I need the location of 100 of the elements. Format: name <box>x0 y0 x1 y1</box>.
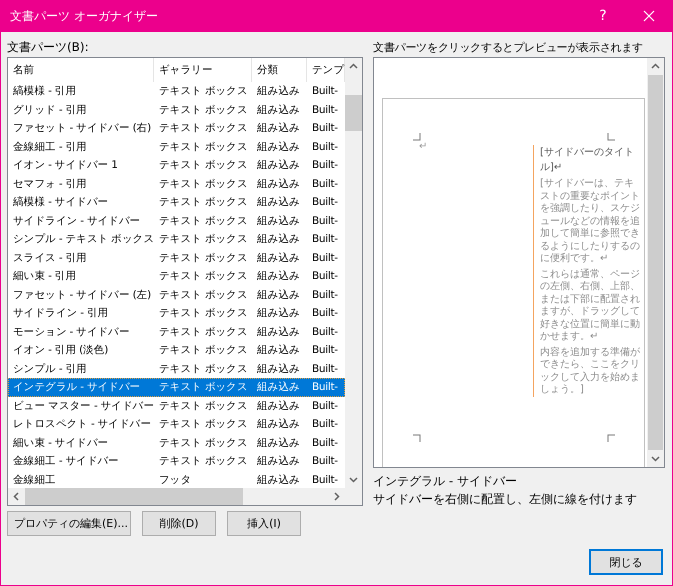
table-cell-text: グリッド - 引用 <box>12 102 88 118</box>
list-row[interactable]: イオン - サイドバー 1 テキスト ボックス 組み込み Built- <box>8 156 345 174</box>
table-cell-text: テキスト ボックス <box>158 324 249 340</box>
column-header[interactable]: 分類 <box>252 58 307 82</box>
table-cell-text: テキスト ボックス <box>158 380 249 395</box>
list-row[interactable]: セマフォ - 引用 テキスト ボックス 組み込み Built- <box>8 174 345 193</box>
table-cell-text: Built- <box>311 472 339 488</box>
table-cell-text: 組み込み <box>256 288 301 302</box>
sidebar-title: [サイドバーのタイトル]↵ <box>540 146 635 175</box>
horizontal-scrollbar[interactable] <box>8 488 345 505</box>
list-row[interactable]: ビュー マスター - サイドバー テキスト ボックス 組み込み Built- <box>8 396 345 415</box>
list-row[interactable]: サイドライン - サイドバー テキスト ボックス 組み込み Built- <box>8 212 345 230</box>
table-cell-text: Built- <box>311 380 339 395</box>
table-cell-text: Built- <box>311 102 339 118</box>
table-cell-text: スライス - 引用 <box>12 250 88 266</box>
table-cell-text: Built- <box>311 343 339 358</box>
scroll-thumb[interactable] <box>25 488 244 505</box>
table-cell-text: Built- <box>311 121 339 136</box>
table-cell-text: Built- <box>311 417 339 432</box>
table-cell-text: 組み込み <box>256 454 301 469</box>
vertical-scrollbar[interactable] <box>345 58 362 488</box>
table-cell-text: テキスト ボックス <box>158 288 249 302</box>
table-cell-text: ファセット - サイドバー (右) <box>12 121 152 136</box>
table-cell-text: Built- <box>311 362 339 376</box>
table-cell-text: Built- <box>311 232 339 247</box>
table-cell-text: テキスト ボックス <box>158 84 249 99</box>
list-row[interactable]: インテグラル - サイドバー テキスト ボックス 組み込み Built- <box>8 378 345 396</box>
list-row[interactable]: イオン - 引用 (淡色) テキスト ボックス 組み込み Built- <box>8 341 345 360</box>
table-cell-text: 組み込み <box>256 121 301 136</box>
list-row[interactable]: シンプル - テキスト ボックス テキスト ボックス 組み込み Built- <box>8 230 345 248</box>
list-row[interactable]: 縞模様 - 引用 テキスト ボックス 組み込み Built- <box>8 82 345 100</box>
table-cell-text: 組み込み <box>256 398 301 414</box>
table-cell-text: 組み込み <box>256 232 301 247</box>
table-cell-text: 組み込み <box>256 269 301 284</box>
table-cell-text: 組み込み <box>256 84 301 99</box>
table-cell-text: モーション - サイドバー <box>12 324 131 340</box>
list-row[interactable]: 縞模様 - サイドバー テキスト ボックス 組み込み Built- <box>8 193 345 212</box>
table-cell-text: テキスト ボックス <box>158 214 249 228</box>
part-name: インテグラル - サイドバー <box>373 473 518 490</box>
list-row[interactable]: ファセット - サイドバー (左) テキスト ボックス 組み込み Built- <box>8 286 345 304</box>
table-cell-text: 組み込み <box>256 214 301 228</box>
table-cell-text: 組み込み <box>256 158 301 173</box>
table-cell-text: レトロスペクト - サイドバー <box>12 417 152 432</box>
parts-label: 文書パーツ(B): <box>7 39 90 56</box>
table-cell-text: ファセット - サイドバー (左) <box>12 288 152 302</box>
table-cell-text: Built- <box>311 195 339 210</box>
window-title: 文書パーツ オーガナイザー <box>10 8 159 24</box>
list-row[interactable]: スライス - 引用 テキスト ボックス 組み込み Built- <box>8 248 345 267</box>
sidebar-paragraph: [サイドバーは、テキストの重要なポイントを強調したり、スケジュールなどの情報を追加して簡単に参照できるようにしたりするのに便利です。↵ <box>540 178 641 266</box>
list-row[interactable]: 金線細工 - サイドバー テキスト ボックス 組み込み Built- <box>8 452 345 470</box>
vertical-scrollbar[interactable] <box>647 58 664 467</box>
table-cell-text: 組み込み <box>256 140 301 154</box>
action-button[interactable]: プロパティの編集(E)... <box>7 511 131 536</box>
scroll-thumb[interactable] <box>345 95 362 131</box>
table-cell-text: テキスト ボックス <box>158 102 249 118</box>
table-cell-text: テキスト ボックス <box>158 121 249 136</box>
table-cell-text: サイドライン - 引用 <box>12 306 110 321</box>
list-row[interactable]: グリッド - 引用 テキスト ボックス 組み込み Built- <box>8 100 345 119</box>
list-row[interactable]: ファセット - サイドバー (右) テキスト ボックス 組み込み Built- <box>8 119 345 138</box>
table-cell-text: Built- <box>311 84 339 99</box>
table-cell-text: Built- <box>311 324 339 340</box>
corner-mark-icon <box>413 434 421 442</box>
table-cell-text: 組み込み <box>256 306 301 321</box>
table-cell-text: Built- <box>311 436 339 450</box>
table-cell-text: テキスト ボックス <box>158 398 249 414</box>
scroll-thumb[interactable] <box>648 75 663 450</box>
corner-mark-icon <box>607 133 615 141</box>
table-cell-text: 金線細工 - 引用 <box>12 140 88 154</box>
action-button[interactable]: 挿入(I) <box>227 511 301 536</box>
sidebar-paragraph: 内容を追加する準備ができたら、ここをクリックして入力を始めましょう。] <box>540 346 641 396</box>
table-cell-text: Built- <box>311 250 339 266</box>
table-cell-text: テキスト ボックス <box>158 269 249 284</box>
table-cell-text: 細い束 - サイドバー <box>12 436 110 450</box>
list-row[interactable]: 金線細工 - 引用 テキスト ボックス 組み込み Built- <box>8 138 345 156</box>
column-header[interactable]: 名前 <box>8 58 154 82</box>
table-cell-text: ビュー マスター - サイドバー <box>12 398 154 414</box>
table-cell-text: テキスト ボックス <box>158 250 249 266</box>
table-cell-text: Built- <box>311 454 339 469</box>
list-row[interactable]: サイドライン - 引用 テキスト ボックス 組み込み Built- <box>8 304 345 322</box>
help-button[interactable]: ? <box>580 8 626 24</box>
list-row[interactable]: 細い束 - 引用 テキスト ボックス 組み込み Built- <box>8 267 345 286</box>
table-cell-text: Built- <box>311 288 339 302</box>
corner-mark-icon <box>607 434 615 442</box>
table-cell-text: シンプル - 引用 <box>12 362 88 376</box>
close-button[interactable]: 閉じる <box>589 549 663 575</box>
table-cell-text: 組み込み <box>256 436 301 450</box>
list-row[interactable]: レトロスペクト - サイドバー テキスト ボックス 組み込み Built- <box>8 415 345 434</box>
table-cell-text: テキスト ボックス <box>158 232 249 247</box>
list-row[interactable]: 細い束 - サイドバー テキスト ボックス 組み込み Built- <box>8 434 345 452</box>
action-button[interactable]: 削除(D) <box>142 511 216 536</box>
list-row[interactable]: シンプル - 引用 テキスト ボックス 組み込み Built- <box>8 360 345 378</box>
column-header[interactable]: ギャラリー <box>154 58 252 82</box>
table-cell-text: 組み込み <box>256 362 301 376</box>
sidebar-paragraph: これらは通常、ページの左側、右側、上部、または下部に配置されますが、ドラッグして好きな位置に簡単に動かせます。↵ <box>540 268 641 344</box>
table-cell-text: Built- <box>311 306 339 321</box>
table-cell-text: 縞模様 - 引用 <box>12 84 78 99</box>
list-row[interactable]: モーション - サイドバー テキスト ボックス 組み込み Built- <box>8 322 345 341</box>
table-cell-text: Built- <box>311 140 339 154</box>
table-cell-text: Built- <box>311 158 339 173</box>
list-row[interactable]: 金線細工 フッタ 組み込み Built- <box>8 470 345 488</box>
